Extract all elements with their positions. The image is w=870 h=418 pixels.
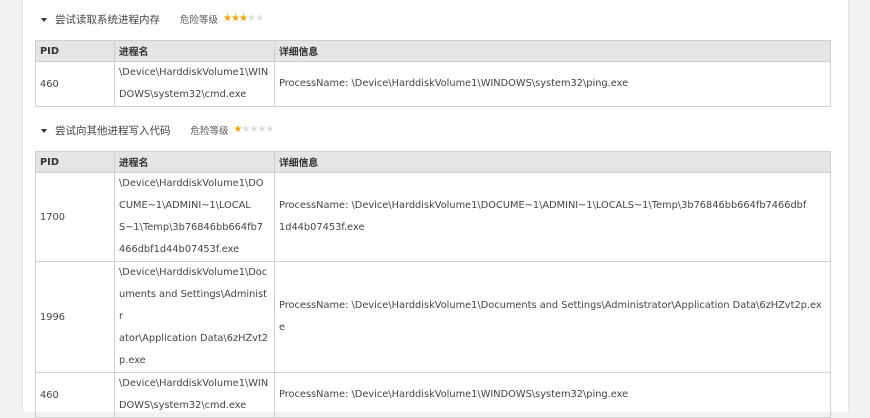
risk-level-label: 危险等级 bbox=[190, 126, 229, 137]
risk-level-label: 危险等级 bbox=[180, 15, 219, 26]
process-name-line: ator\Application Data\6zHZvt2 bbox=[119, 333, 269, 344]
table-row: 1996 \Device\HarddiskVolume1\Doc uments … bbox=[35, 261, 831, 373]
process-name-cell: \Device\HarddiskVolume1\WIN DOWS\system3… bbox=[114, 61, 275, 107]
process-name-line: CUME~1\ADMINI~1\LOCAL bbox=[119, 200, 251, 211]
table-row: 1700 \Device\HarddiskVolume1\DO CUME~1\A… bbox=[35, 172, 831, 262]
star-filled-icon: ★ bbox=[239, 13, 248, 24]
star-empty-icon: ★ bbox=[241, 124, 251, 135]
table-row: 460 \Device\HarddiskVolume1\WIN DOWS\sys… bbox=[35, 61, 831, 107]
process-name-line: 466dbf1d44b07453f.exe bbox=[119, 244, 240, 255]
star-filled-icon: ★ bbox=[231, 13, 240, 24]
star-filled-icon: ★ bbox=[223, 13, 232, 24]
pid-cell: 460 bbox=[35, 372, 115, 418]
caret-down-icon[interactable] bbox=[41, 17, 47, 22]
detail-line: ProcessName: \Device\HarddiskVolume1\DOC… bbox=[279, 200, 807, 211]
process-name-line: \Device\HarddiskVolume1\Doc bbox=[119, 267, 268, 278]
detail-line: e bbox=[279, 322, 286, 333]
detail-cell: ProcessName: \Device\HarddiskVolume1\WIN… bbox=[274, 61, 831, 107]
process-name-cell: \Device\HarddiskVolume1\WIN DOWS\system3… bbox=[114, 372, 275, 418]
process-name-line: \Device\HarddiskVolume1\WIN bbox=[119, 67, 269, 78]
pid-cell: 1996 bbox=[35, 261, 115, 373]
process-name-line: uments and Settings\Administr bbox=[119, 289, 267, 322]
table-row: 460 \Device\HarddiskVolume1\WIN DOWS\sys… bbox=[35, 372, 831, 418]
process-name-line: DOWS\system32\cmd.exe bbox=[119, 89, 247, 100]
process-name-line: S~1\Temp\3b76846bb664fb7 bbox=[119, 222, 264, 233]
column-header-pid: PID bbox=[35, 40, 115, 62]
star-filled-icon: ★ bbox=[233, 124, 243, 135]
column-header-details: 详细信息 bbox=[274, 40, 831, 62]
column-header-pid: PID bbox=[35, 151, 115, 173]
star-empty-icon: ★ bbox=[257, 124, 267, 135]
pid-cell: 460 bbox=[35, 61, 115, 107]
column-header-details: 详细信息 bbox=[274, 151, 831, 173]
section-header-write-code[interactable]: 尝试向其他进程写入代码 危险等级 ★★★★★ bbox=[41, 120, 274, 140]
process-table-read-memory: PID 进程名 详细信息 460 \Device\HarddiskVolume1… bbox=[35, 40, 831, 107]
table-header-row: PID 进程名 详细信息 bbox=[35, 151, 831, 173]
table-header-row: PID 进程名 详细信息 bbox=[35, 40, 831, 62]
section-title: 尝试向其他进程写入代码 bbox=[55, 124, 171, 137]
detail-line: ProcessName: \Device\HarddiskVolume1\WIN… bbox=[279, 78, 629, 89]
detail-cell: ProcessName: \Device\HarddiskVolume1\WIN… bbox=[274, 372, 831, 418]
star-empty-icon: ★ bbox=[247, 13, 256, 24]
caret-down-icon[interactable] bbox=[41, 128, 47, 133]
section-title: 尝试读取系统进程内存 bbox=[55, 13, 160, 26]
star-empty-icon: ★ bbox=[255, 13, 264, 24]
detail-cell: ProcessName: \Device\HarddiskVolume1\Doc… bbox=[274, 261, 831, 373]
star-empty-icon: ★ bbox=[249, 124, 259, 135]
process-name-line: p.exe bbox=[119, 355, 146, 366]
detail-line: ProcessName: \Device\HarddiskVolume1\Doc… bbox=[279, 300, 822, 311]
risk-stars: ★★★★★ bbox=[223, 13, 264, 24]
star-empty-icon: ★ bbox=[265, 124, 275, 135]
process-name-line: DOWS\system32\cmd.exe bbox=[119, 400, 247, 411]
detail-line: 1d44b07453f.exe bbox=[279, 222, 365, 233]
detail-line: ProcessName: \Device\HarddiskVolume1\WIN… bbox=[279, 389, 629, 400]
process-table-write-code: PID 进程名 详细信息 1700 \Device\HarddiskVolume… bbox=[35, 151, 831, 418]
process-name-line: \Device\HarddiskVolume1\DO bbox=[119, 178, 264, 189]
process-name-cell: \Device\HarddiskVolume1\DO CUME~1\ADMINI… bbox=[114, 172, 275, 262]
report-panel: 尝试读取系统进程内存 危险等级 ★★★★★ PID 进程名 详细信息 460 \… bbox=[22, 0, 849, 418]
section-header-read-memory[interactable]: 尝试读取系统进程内存 危险等级 ★★★★★ bbox=[41, 9, 264, 29]
column-header-process-name: 进程名 bbox=[114, 40, 275, 62]
detail-cell: ProcessName: \Device\HarddiskVolume1\DOC… bbox=[274, 172, 831, 262]
pid-cell: 1700 bbox=[35, 172, 115, 262]
column-header-process-name: 进程名 bbox=[114, 151, 275, 173]
process-name-cell: \Device\HarddiskVolume1\Doc uments and S… bbox=[114, 261, 275, 373]
process-name-line: \Device\HarddiskVolume1\WIN bbox=[119, 378, 269, 389]
risk-stars: ★★★★★ bbox=[233, 124, 275, 135]
